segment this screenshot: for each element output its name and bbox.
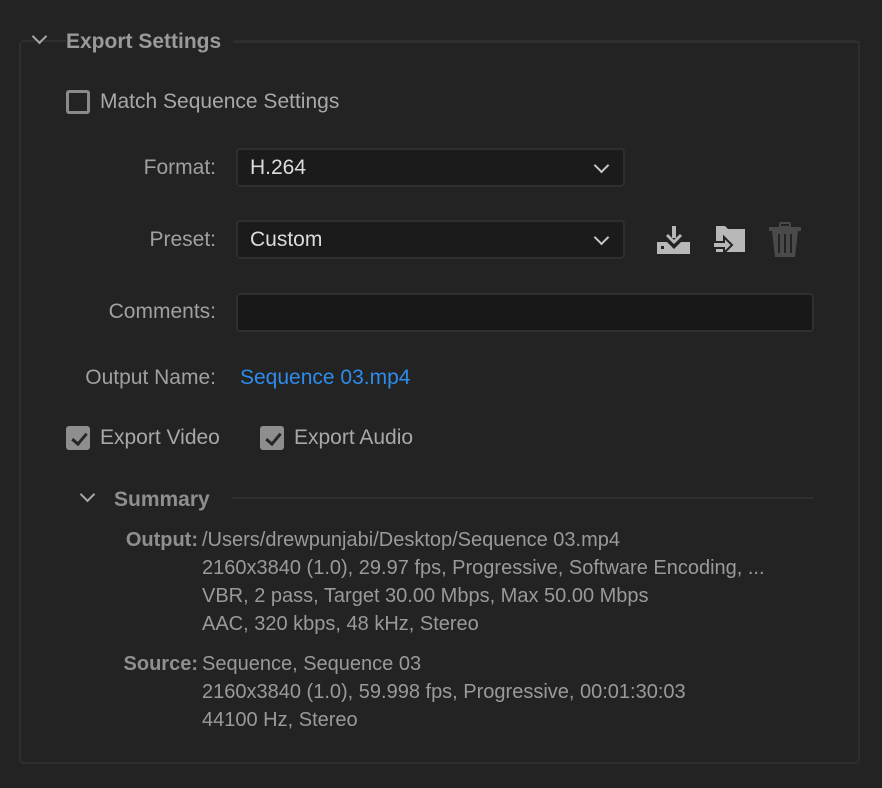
save-preset-icon (657, 226, 690, 254)
export-settings-title: Export Settings (66, 29, 234, 55)
summary-source-label: Source: (123, 653, 198, 675)
header-divider (230, 41, 860, 43)
summary-divider (232, 497, 814, 499)
summary-output-path: /Users/drewpunjabi/Desktop/Sequence 03.m… (202, 529, 621, 551)
chevron-down-icon (593, 229, 610, 246)
delete-preset-button[interactable] (767, 221, 803, 257)
format-label: Format: (143, 156, 216, 179)
import-folder-icon (712, 226, 745, 256)
preset-label: Preset: (149, 228, 216, 251)
summary-output-video: 2160x3840 (1.0), 29.97 fps, Progressive,… (202, 557, 765, 579)
save-preset-button[interactable] (656, 222, 692, 258)
summary-source-audio: 44100 Hz, Stereo (202, 709, 358, 731)
export-audio-label: Export Audio (294, 426, 414, 449)
summary-output-bitrate: VBR, 2 pass, Target 30.00 Mbps, Max 50.0… (202, 585, 649, 607)
format-value: H.264 (250, 156, 307, 179)
preset-value: Custom (250, 228, 323, 251)
export-audio-checkbox[interactable] (260, 426, 284, 450)
format-dropdown[interactable]: H.264 (236, 148, 625, 187)
summary-source-video: 2160x3840 (1.0), 59.998 fps, Progressive… (202, 681, 686, 703)
match-sequence-label: Match Sequence Settings (100, 90, 340, 113)
summary-output-label: Output: (125, 529, 198, 551)
trash-icon (769, 222, 801, 257)
output-name-link[interactable]: Sequence 03.mp4 (240, 365, 410, 391)
summary-source-name: Sequence, Sequence 03 (202, 653, 422, 675)
comments-input[interactable] (236, 293, 814, 332)
comments-label: Comments: (108, 300, 216, 323)
chevron-down-icon (593, 157, 610, 174)
export-video-checkbox[interactable] (66, 426, 90, 450)
export-video-label: Export Video (100, 426, 220, 449)
match-sequence-checkbox[interactable] (66, 90, 90, 114)
import-preset-button[interactable] (712, 222, 748, 258)
output-name-label: Output Name: (85, 366, 216, 389)
summary-title: Summary (114, 488, 210, 511)
preset-dropdown[interactable]: Custom (236, 220, 625, 259)
summary-output-audio: AAC, 320 kbps, 48 kHz, Stereo (202, 613, 479, 635)
